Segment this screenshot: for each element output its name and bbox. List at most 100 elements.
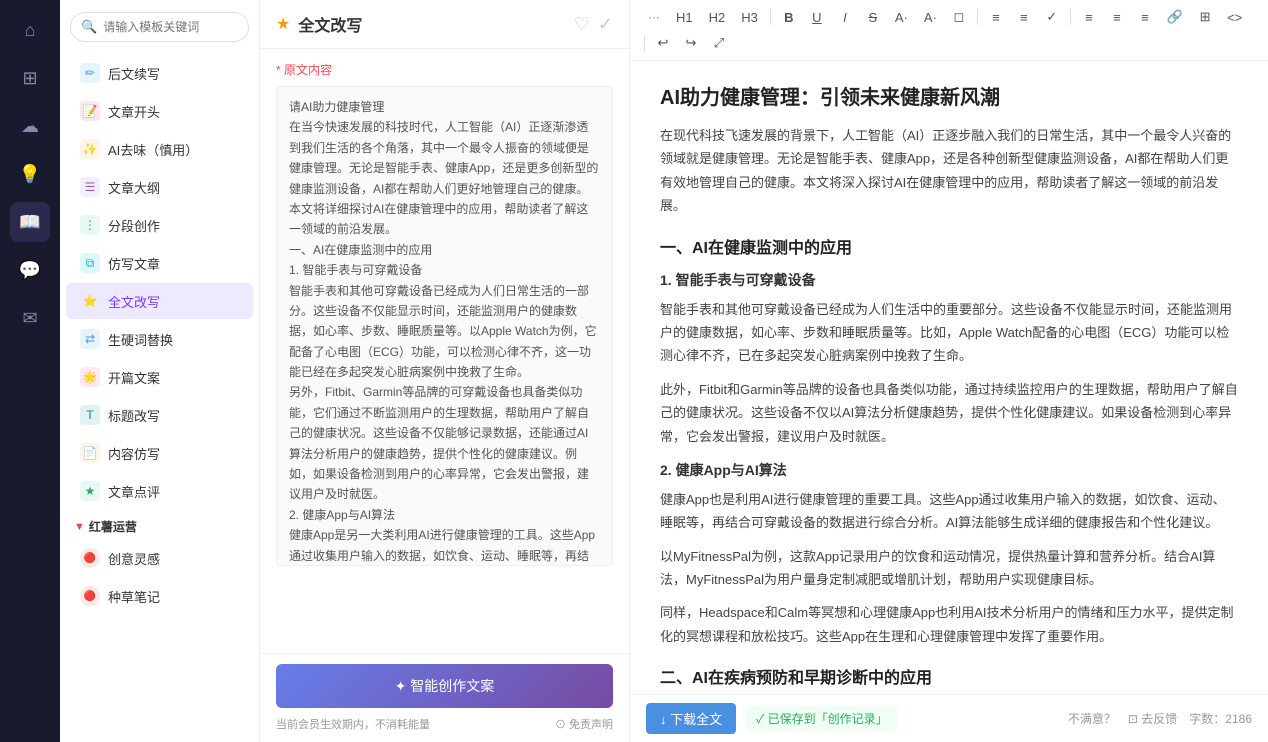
article-p5: 同样，Headspace和Calm等冥想和心理健康App也利用AI技术分析用户的… <box>660 601 1238 648</box>
nav-icon-文章大纲: ☰ <box>80 177 100 197</box>
toolbar-align-left-btn[interactable]: ≡ <box>1077 7 1101 28</box>
section-header[interactable]: ▼ 红薯运营 <box>60 510 259 539</box>
word-count: 字数：2186 <box>1189 710 1252 727</box>
sidebar-book-icon[interactable]: 📖 <box>10 202 50 242</box>
sidebar-chat-icon[interactable]: 💬 <box>10 250 50 290</box>
original-content-area: * 原文内容 请AI助力健康管理 在当今快速发展的科技时代，人工智能（AI）正逐… <box>260 49 629 653</box>
nav-item-仿写文章[interactable]: ⧉ 仿写文章 <box>66 245 253 281</box>
feedback-btn[interactable]: ⊡ 去反馈 <box>1128 710 1177 727</box>
toolbar-strike-btn[interactable]: S <box>861 7 885 28</box>
toolbar-clear-btn[interactable]: ◻ <box>947 6 971 28</box>
toolbar-redo-btn[interactable]: ↪ <box>679 32 703 54</box>
smart-create-button[interactable]: ✦ 智能创作文案 <box>276 664 613 708</box>
unsatisfied-text: 不满意？ <box>1068 710 1116 727</box>
toolbar-divider4 <box>644 35 645 51</box>
nav-label: 标题改写 <box>108 406 160 425</box>
favorite-icon[interactable]: ♡ <box>574 14 590 35</box>
toolbar-bold-btn[interactable]: B <box>777 7 801 28</box>
toolbar-link-btn[interactable]: 🔗 <box>1161 6 1189 28</box>
nav-item-续写[interactable]: ✏ 后文续写 <box>66 55 253 91</box>
nav-icon-创意灵感: 🔴 <box>80 548 100 568</box>
nav-icon-AI去味: ✨ <box>80 139 100 159</box>
toolbar-align-center-btn[interactable]: ≡ <box>1105 7 1129 28</box>
toolbar-format-btn[interactable]: ⋯ <box>642 8 666 27</box>
sidebar-template-icon[interactable]: ⊞ <box>10 58 50 98</box>
toolbar-code-btn[interactable]: <> <box>1221 7 1248 28</box>
toolbar-divider3 <box>1070 9 1071 25</box>
original-text[interactable]: 请AI助力健康管理 在当今快速发展的科技时代，人工智能（AI）正逐渐渗透到我们生… <box>276 86 613 566</box>
nav-item-全文改写[interactable]: ⭐ 全文改写 <box>66 283 253 319</box>
toolbar-h1-btn[interactable]: H1 <box>670 7 699 28</box>
nav-item-标题改写[interactable]: T 标题改写 <box>66 397 253 433</box>
nav-icon-内容仿写: 📄 <box>80 443 100 463</box>
article-intro: 在现代科技飞速发展的背景下，人工智能（AI）正逐步融入我们的日常生活，其中一个最… <box>660 124 1238 218</box>
nav-icon-开篇文案: 🌟 <box>80 367 100 387</box>
nav-label: 全文改写 <box>108 292 160 311</box>
original-label: * 原文内容 <box>276 61 613 78</box>
sidebar-mail-icon[interactable]: ✉ <box>10 298 50 338</box>
toolbar-check-btn[interactable]: ✓ <box>1040 6 1064 28</box>
toolbar-bullet-btn[interactable]: ≡ <box>984 7 1008 28</box>
nav-item-内容仿写[interactable]: 📄 内容仿写 <box>66 435 253 471</box>
nav-item-文章大纲[interactable]: ☰ 文章大纲 <box>66 169 253 205</box>
nav-item-文章点评[interactable]: ★ 文章点评 <box>66 473 253 509</box>
nav-item-文章开头[interactable]: 📝 文章开头 <box>66 93 253 129</box>
section-h2-1: 一、AI在健康监测中的应用 <box>660 234 1238 258</box>
nav-item-创意灵感[interactable]: 🔴 创意灵感 <box>66 540 253 576</box>
middle-footer: ✦ 智能创作文案 当前会员生效期内，不消耗能量 ⊙ 免责声明 <box>260 653 629 742</box>
toolbar-h2-btn[interactable]: H2 <box>703 7 732 28</box>
toolbar-table-btn[interactable]: ⊞ <box>1193 6 1217 28</box>
toolbar: ⋯ H1 H2 H3 B U I S A· A· ◻ ≡ ≡ ✓ ≡ ≡ ≡ 🔗… <box>630 0 1268 61</box>
toolbar-highlight-btn[interactable]: A· <box>918 7 943 28</box>
nav-icon-续写: ✏ <box>80 63 100 83</box>
nav-label: AI去味（慎用） <box>108 140 198 159</box>
search-input[interactable] <box>103 20 238 34</box>
nav-item-AI去味[interactable]: ✨ AI去味（慎用） <box>66 131 253 167</box>
sidebar-cloud-icon[interactable]: ☁ <box>10 106 50 146</box>
saved-badge: ✓ 已保存到「创作记录」 <box>746 706 898 731</box>
toolbar-divider2 <box>977 9 978 25</box>
download-button[interactable]: ↓ 下载全文 <box>646 703 736 734</box>
check-circle-icon[interactable]: ✓ <box>598 14 613 35</box>
nav-label: 文章开头 <box>108 102 160 121</box>
toolbar-ordered-btn[interactable]: ≡ <box>1012 7 1036 28</box>
search-icon: 🔍 <box>81 19 97 35</box>
word-count-label: 字数： <box>1189 712 1225 726</box>
toolbar-italic-btn[interactable]: I <box>833 7 857 28</box>
sidebar: ⌂ ⊞ ☁ 💡 📖 💬 ✉ <box>0 0 60 742</box>
nav-panel: 🔍 ✏ 后文续写 📝 文章开头 ✨ AI去味（慎用） ☰ 文章大纲 ⋮ 分段创作… <box>60 0 260 742</box>
article-p3: 健康App也是利用AI进行健康管理的重要工具。这些App通过收集用户输入的数据，… <box>660 488 1238 535</box>
toolbar-divider <box>770 9 771 25</box>
nav-label: 内容仿写 <box>108 444 160 463</box>
middle-panel: ★ 全文改写 ♡ ✓ * 原文内容 请AI助力健康管理 在当今快速发展的科技时代… <box>260 0 630 742</box>
nav-item-分段创作[interactable]: ⋮ 分段创作 <box>66 207 253 243</box>
toolbar-underline-btn[interactable]: U <box>805 7 829 28</box>
nav-item-种草笔记[interactable]: 🔴 种草笔记 <box>66 578 253 614</box>
article-p4: 以MyFitnessPal为例，这款App记录用户的饮食和运动情况，提供热量计算… <box>660 545 1238 592</box>
toolbar-align-right-btn[interactable]: ≡ <box>1133 7 1157 28</box>
nav-item-生硬词替换[interactable]: ⇄ 生硬词替换 <box>66 321 253 357</box>
section-h3-2: 2. 健康App与AI算法 <box>660 460 1238 480</box>
sidebar-bulb-icon[interactable]: 💡 <box>10 154 50 194</box>
sidebar-home-icon[interactable]: ⌂ <box>10 10 50 50</box>
toolbar-undo-btn[interactable]: ↩ <box>651 32 675 54</box>
nav-icon-文章开头: 📝 <box>80 101 100 121</box>
nav-label: 创意灵感 <box>108 549 160 568</box>
toolbar-fullscreen-btn[interactable]: ⤢ <box>707 32 731 54</box>
nav-label: 文章点评 <box>108 482 160 501</box>
nav-label: 生硬词替换 <box>108 330 173 349</box>
star-icon: ★ <box>276 14 290 34</box>
nav-icon-文章点评: ★ <box>80 481 100 501</box>
nav-icon-仿写文章: ⧉ <box>80 253 100 273</box>
toolbar-font-color-btn[interactable]: A· <box>889 7 914 28</box>
editor-content[interactable]: AI助力健康管理：引领未来健康新风潮 在现代科技飞速发展的背景下，人工智能（AI… <box>630 61 1268 694</box>
toolbar-h3-btn[interactable]: H3 <box>735 7 764 28</box>
article-p2: 此外，Fitbit和Garmin等品牌的设备也具备类似功能，通过持续监控用户的生… <box>660 378 1238 448</box>
nav-label: 开篇文案 <box>108 368 160 387</box>
footer-note-right[interactable]: ⊙ 免责声明 <box>555 716 613 732</box>
word-count-value: 2186 <box>1225 712 1252 726</box>
search-bar[interactable]: 🔍 <box>70 12 249 42</box>
article-title: AI助力健康管理：引领未来健康新风潮 <box>660 81 1238 110</box>
editor-panel: ⋯ H1 H2 H3 B U I S A· A· ◻ ≡ ≡ ✓ ≡ ≡ ≡ 🔗… <box>630 0 1268 742</box>
nav-item-开篇文案[interactable]: 🌟 开篇文案 <box>66 359 253 395</box>
